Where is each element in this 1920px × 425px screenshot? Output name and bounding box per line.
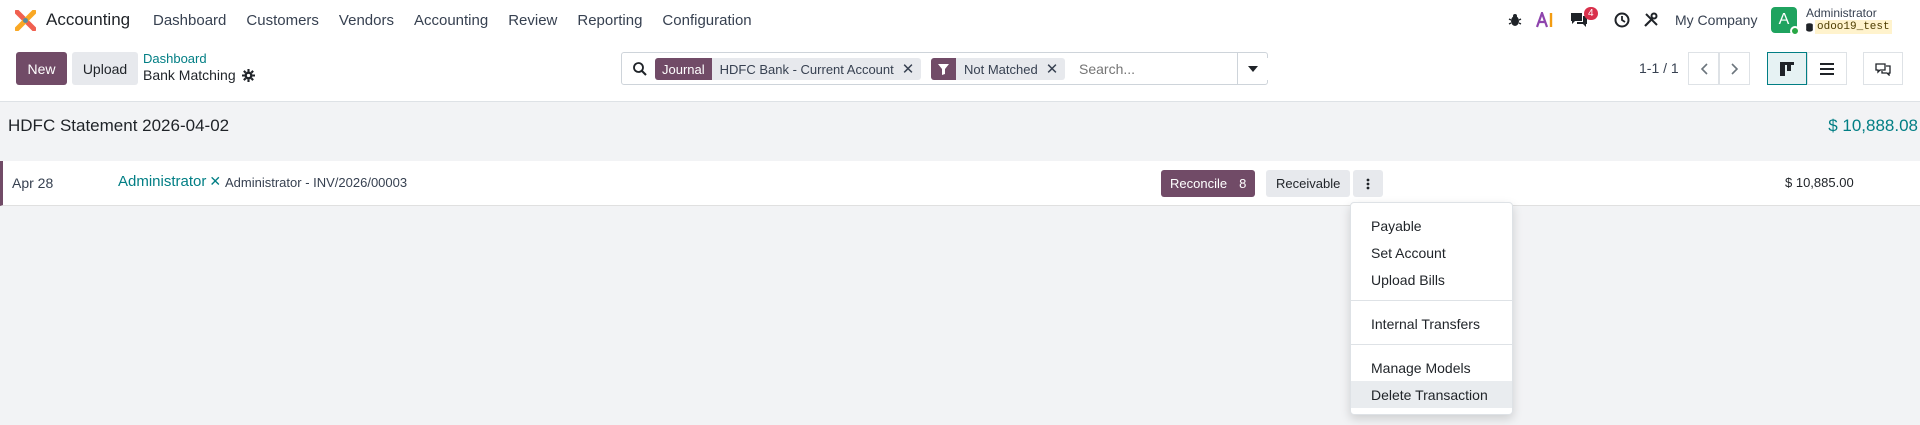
- menu-item-manage-models[interactable]: Manage Models: [1351, 354, 1512, 381]
- transaction-date: Apr 28: [12, 175, 54, 191]
- search-bar: Journal HDFC Bank - Current Account ✕ No…: [621, 52, 1269, 85]
- menu-dashboard[interactable]: Dashboard: [153, 12, 226, 29]
- user-info[interactable]: Administrator odoo19_test: [1806, 0, 1892, 40]
- reconcile-button[interactable]: Reconcile 8: [1161, 170, 1256, 197]
- top-navbar: Accounting Dashboard Customers Vendors A…: [0, 0, 1920, 40]
- facet-filter-value: Not Matched: [964, 61, 1038, 77]
- pager-previous-button[interactable]: [1688, 52, 1719, 85]
- statement-balance: $ 10,888.08: [1828, 116, 1918, 135]
- upload-button[interactable]: Upload: [72, 52, 138, 85]
- new-button[interactable]: New: [16, 52, 67, 85]
- remove-facet-icon[interactable]: ✕: [1046, 60, 1066, 78]
- pager-next-button[interactable]: [1719, 52, 1750, 85]
- menu-item-delete-transaction[interactable]: Delete Transaction: [1351, 381, 1512, 408]
- facet-filter: Not Matched ✕: [931, 58, 1066, 80]
- control-panel: New Upload Dashboard Bank Matching Journ…: [0, 40, 1920, 102]
- bug-icon[interactable]: [1508, 0, 1522, 40]
- more-actions-dropdown: Payable Set Account Upload Bills Interna…: [1350, 202, 1513, 415]
- user-avatar-button[interactable]: A: [1771, 0, 1800, 40]
- reconcile-label: Reconcile: [1170, 176, 1228, 191]
- menu-review[interactable]: Review: [508, 12, 557, 29]
- online-status-icon: [1790, 26, 1800, 36]
- accounting-app-icon[interactable]: [15, 10, 36, 31]
- gear-icon[interactable]: [241, 68, 255, 82]
- filter-icon: [931, 58, 956, 80]
- search-icon: [633, 62, 647, 76]
- menu-item-upload-bills[interactable]: Upload Bills: [1351, 266, 1512, 293]
- messages-count-badge: 4: [1584, 7, 1598, 20]
- db-name: odoo19_test: [1815, 20, 1892, 34]
- facet-journal-label: Journal: [655, 58, 712, 80]
- menu-item-set-account[interactable]: Set Account: [1351, 239, 1512, 266]
- dropdown-divider: [1351, 300, 1512, 301]
- reconcile-count: 8: [1239, 176, 1247, 191]
- page-title: Bank Matching: [143, 67, 236, 83]
- transaction-amount: $ 10,885.00: [1785, 175, 1854, 190]
- facet-journal-value: HDFC Bank - Current Account: [719, 61, 894, 77]
- avatar: A: [1771, 7, 1800, 36]
- transaction-reference: Administrator - INV/2026/00003: [225, 175, 408, 190]
- statement-title[interactable]: HDFC Statement 2026-04-02: [8, 116, 229, 136]
- receivable-button[interactable]: Receivable: [1266, 170, 1351, 197]
- list-view-button[interactable]: [1807, 52, 1847, 85]
- ai-icon[interactable]: [1536, 0, 1556, 40]
- partner-name[interactable]: Administrator: [118, 173, 206, 190]
- transaction-partner[interactable]: Administrator ✕: [118, 173, 221, 190]
- chevron-right-icon: [1730, 62, 1738, 75]
- menu-reporting[interactable]: Reporting: [577, 12, 642, 29]
- messages-button[interactable]: 4: [1569, 0, 1598, 40]
- search-options-toggle[interactable]: [1237, 53, 1267, 84]
- database-label: odoo19_test: [1806, 20, 1892, 34]
- breadcrumb-dashboard[interactable]: Dashboard: [143, 51, 207, 66]
- remove-partner-icon[interactable]: ✕: [209, 173, 221, 190]
- transaction-row[interactable]: Apr 28 Administrator ✕ Administrator - I…: [0, 161, 1920, 206]
- comments-icon: [1875, 62, 1891, 76]
- menu-item-internal-transfers[interactable]: Internal Transfers: [1351, 310, 1512, 337]
- tools-icon[interactable]: [1643, 0, 1659, 40]
- kanban-view-button[interactable]: [1767, 52, 1807, 85]
- more-actions-button[interactable]: [1353, 170, 1383, 197]
- facet-journal: Journal HDFC Bank - Current Account ✕: [655, 58, 922, 80]
- app-name[interactable]: Accounting: [46, 10, 130, 30]
- menu-accounting[interactable]: Accounting: [414, 12, 488, 29]
- company-switcher[interactable]: My Company: [1675, 0, 1757, 40]
- pager-value[interactable]: 1-1 / 1: [1639, 60, 1679, 76]
- menu-customers[interactable]: Customers: [246, 12, 319, 29]
- activity-clock-icon[interactable]: [1614, 0, 1630, 40]
- remove-facet-icon[interactable]: ✕: [902, 60, 922, 78]
- list-icon: [1820, 62, 1834, 75]
- database-icon: [1806, 22, 1813, 32]
- dropdown-divider: [1351, 344, 1512, 345]
- kanban-icon: [1780, 61, 1794, 76]
- vertical-ellipsis-icon: [1366, 178, 1370, 189]
- menu-item-payable[interactable]: Payable: [1351, 212, 1512, 239]
- menu-vendors[interactable]: Vendors: [339, 12, 394, 29]
- caret-down-icon: [1247, 65, 1258, 72]
- breadcrumb-current: Bank Matching: [143, 67, 255, 83]
- chatter-toggle-button[interactable]: [1863, 52, 1903, 85]
- menu-configuration[interactable]: Configuration: [662, 12, 751, 29]
- main-menu: Dashboard Customers Vendors Accounting R…: [153, 12, 772, 29]
- user-name: Administrator: [1806, 6, 1877, 20]
- chevron-left-icon: [1700, 62, 1708, 75]
- avatar-initial: A: [1778, 11, 1790, 28]
